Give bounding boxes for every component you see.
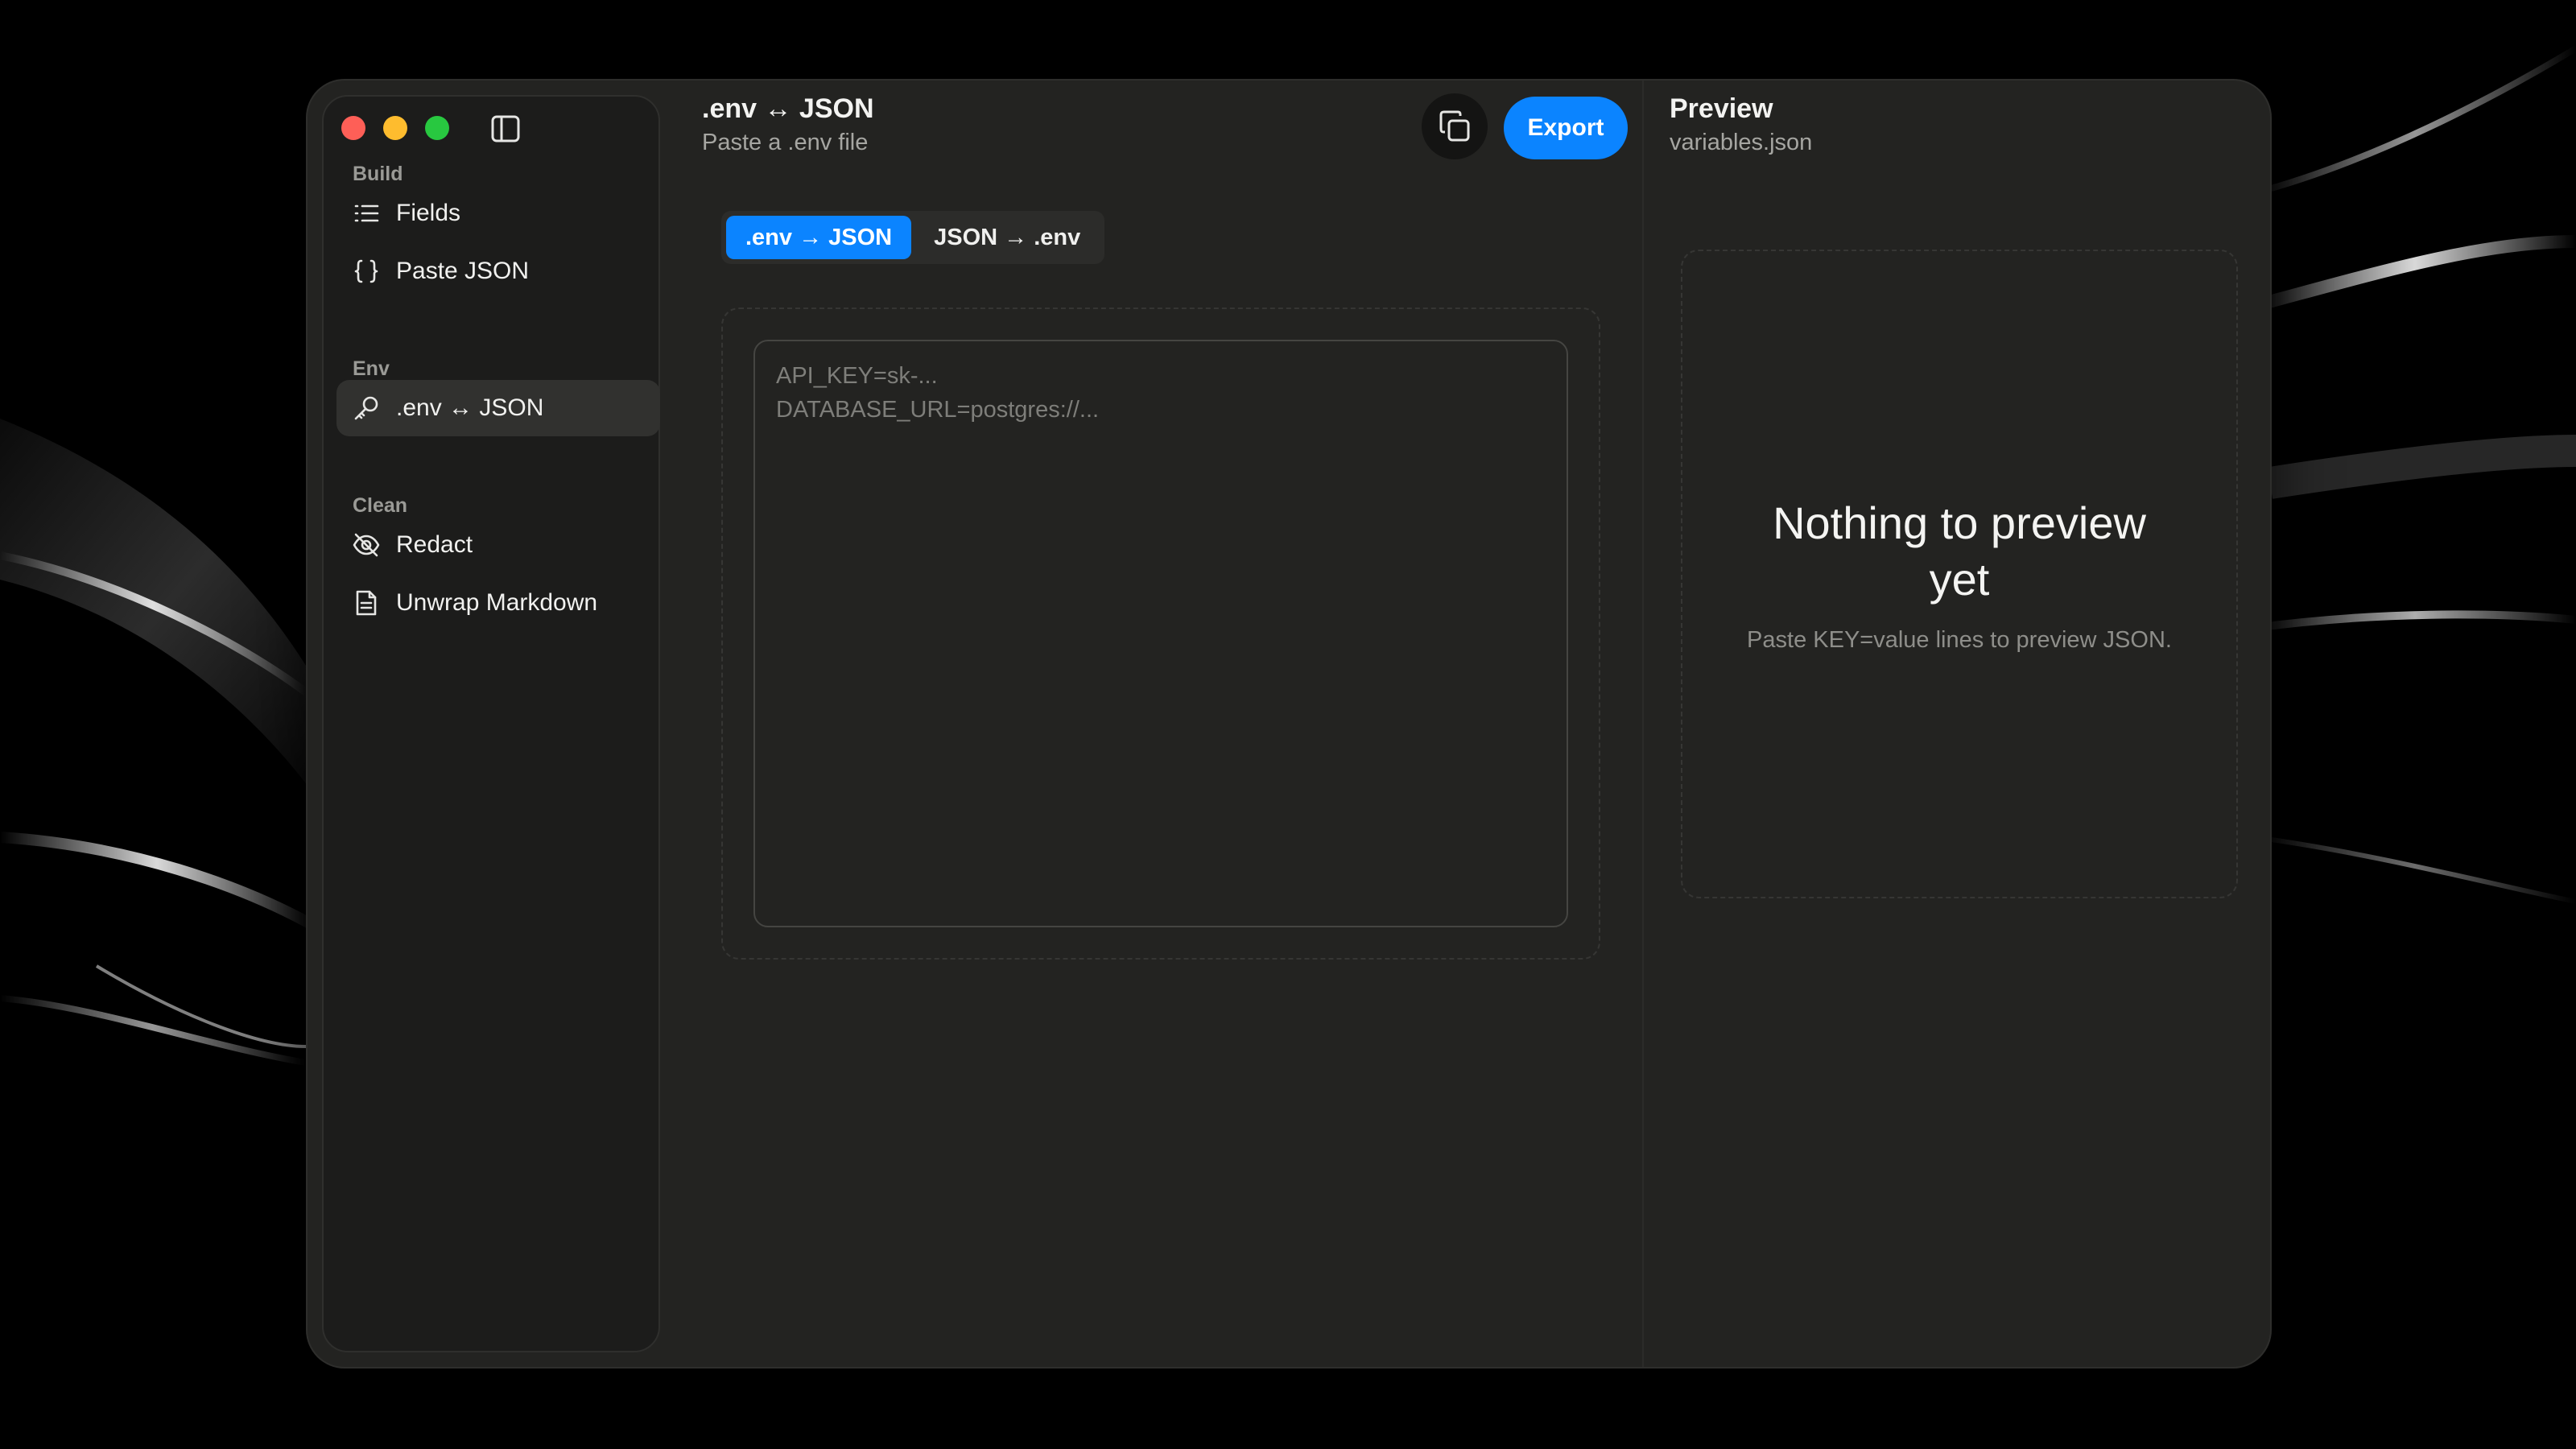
main-header: .env ↔ JSON Paste a .env file [702,93,874,156]
env-input[interactable]: API_KEY=sk-... DATABASE_URL=postgres://.… [753,340,1568,927]
sidebar-item-label: Fields [396,200,461,226]
preview-panel: Nothing to preview yet Paste KEY=value l… [1681,250,2238,898]
sidebar-item-fields[interactable]: Fields [336,185,660,242]
sidebar: Build Fields Paste JSON Env .env ↔ JSON … [322,95,660,1352]
list-icon [351,198,382,229]
empty-state-title: Nothing to preview yet [1773,497,2146,605]
sidebar-toggle-icon [491,115,520,142]
copy-icon [1439,110,1470,142]
window-controls [341,116,449,140]
empty-state-subtitle: Paste KEY=value lines to preview JSON. [1747,626,2172,653]
sidebar-item-label: .env ↔ JSON [396,394,544,421]
sidebar-item-paste-json[interactable]: Paste JSON [336,243,660,299]
sidebar-item-unwrap-markdown[interactable]: Unwrap Markdown [336,575,660,631]
document-icon [351,588,382,618]
preview-title: Preview [1670,93,1773,124]
sidebar-item-env-json[interactable]: .env ↔ JSON [336,380,660,436]
copy-button[interactable] [1422,93,1488,159]
placeholder-line: API_KEY=sk-... [776,363,938,389]
mode-json-to-env[interactable]: JSON → .env [914,216,1100,259]
sidebar-item-redact[interactable]: Redact [336,517,660,573]
input-dropzone: API_KEY=sk-... DATABASE_URL=postgres://.… [721,308,1600,960]
preview-filename: variables.json [1670,130,1813,155]
braces-icon [351,256,382,287]
zoom-window-button[interactable] [425,116,449,140]
section-label-build: Build [353,163,403,185]
panel-divider [1642,80,1644,1367]
mode-env-to-json[interactable]: .env → JSON [726,216,912,259]
app-window: Build Fields Paste JSON Env .env ↔ JSON … [308,80,2270,1367]
preview-header: Preview variables.json [1670,93,1812,156]
section-label-env: Env [353,357,390,380]
sidebar-item-label: Unwrap Markdown [396,589,598,616]
eye-off-icon [351,530,382,560]
sidebar-item-label: Redact [396,531,473,558]
minimize-window-button[interactable] [383,116,407,140]
export-button[interactable]: Export [1504,97,1628,159]
page-title: .env ↔ JSON [702,93,874,124]
mode-segmented-control: .env → JSON JSON → .env [721,211,1105,264]
page-subtitle: Paste a .env file [702,130,869,155]
close-window-button[interactable] [341,116,365,140]
sidebar-toggle-button[interactable] [489,113,522,145]
section-label-clean: Clean [353,494,408,517]
placeholder-line: DATABASE_URL=postgres://... [776,397,1100,423]
sidebar-item-label: Paste JSON [396,258,530,284]
key-icon [351,393,382,423]
